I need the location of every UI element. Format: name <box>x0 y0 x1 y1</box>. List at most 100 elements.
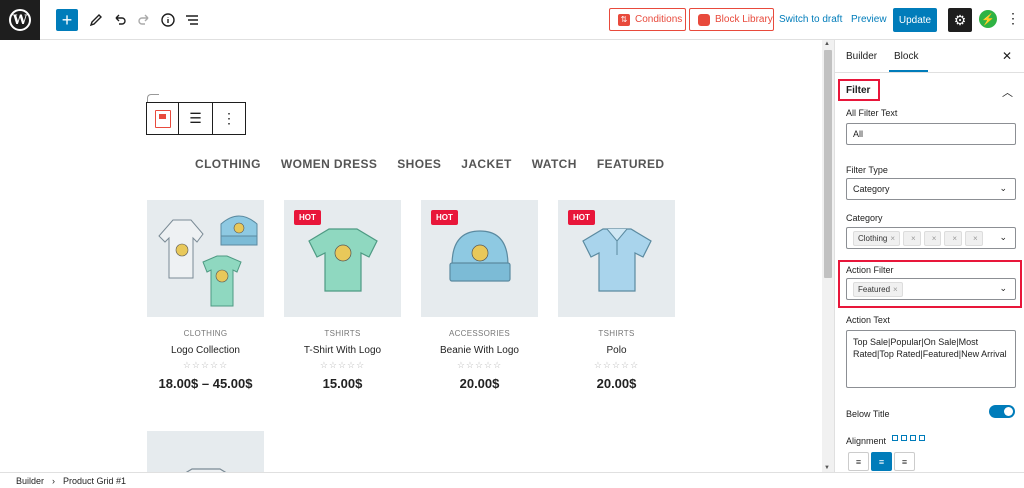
align-left-icon[interactable]: ≡ <box>848 452 869 471</box>
align-center-icon[interactable]: ☰ <box>179 103 213 134</box>
mobile-icon[interactable] <box>919 435 925 441</box>
tab-builder[interactable]: Builder <box>846 51 877 62</box>
all-filter-text-label: All Filter Text <box>846 108 898 118</box>
add-block-button[interactable]: + <box>56 9 78 31</box>
hot-badge: HOT <box>294 210 321 225</box>
filter-item-jacket[interactable]: JACKET <box>461 157 511 171</box>
chevron-right-icon: › <box>52 475 56 486</box>
category-chip[interactable]: × <box>965 230 983 246</box>
category-chip[interactable]: Clothing × <box>853 230 901 246</box>
chevron-down-icon: ⌄ <box>999 232 1007 242</box>
canvas-scrollbar[interactable]: ▲ ▼ <box>822 40 834 472</box>
update-button[interactable]: Update <box>893 8 937 32</box>
product-filter-nav: CLOTHING WOMEN DRESS SHOES JACKET WATCH … <box>195 157 664 171</box>
sidebar-tabs: Builder Block ✕ <box>835 40 1024 73</box>
scroll-down-arrow-icon[interactable]: ▼ <box>824 465 830 471</box>
laptop-icon[interactable] <box>901 435 907 441</box>
product-price: 20.00$ <box>459 376 500 391</box>
category-chip[interactable]: × <box>923 230 942 246</box>
rating-stars-icon: ☆☆☆☆☆ <box>182 360 229 370</box>
tab-block[interactable]: Block <box>894 51 918 62</box>
jetpack-bolt-icon[interactable]: ⚡ <box>979 10 997 28</box>
info-icon[interactable] <box>158 8 178 32</box>
preview-button[interactable]: Preview <box>851 14 887 25</box>
block-more-options-icon[interactable]: ⋮ <box>213 103 245 134</box>
filter-type-value: Category <box>853 184 890 194</box>
category-chip[interactable]: × <box>903 230 921 246</box>
product-image[interactable] <box>147 200 264 317</box>
conditions-button[interactable]: ⇅ Conditions <box>609 8 686 31</box>
filter-type-select[interactable]: Category ⌄ <box>846 178 1016 200</box>
align-center-icon[interactable]: ≡ <box>871 452 892 471</box>
list-view-icon[interactable] <box>182 8 202 32</box>
conditions-label: Conditions <box>635 14 683 25</box>
product-card[interactable]: HOT TSHIRTS Polo ☆☆☆☆☆ 20.00$ <box>558 200 675 391</box>
filter-item-featured[interactable]: FEATURED <box>597 157 665 171</box>
breadcrumb-current[interactable]: Product Grid #1 <box>63 476 126 486</box>
block-toolbar: ☰ ⋮ <box>146 102 246 135</box>
product-card[interactable]: HOT TSHIRTS T-Shirt With Logo ☆☆☆☆☆ 15.0… <box>284 200 401 391</box>
product-image[interactable]: HOT <box>558 200 675 317</box>
product-card[interactable]: CLOTHING Logo Collection ☆☆☆☆☆ 18.00$ – … <box>147 200 264 391</box>
product-name[interactable]: Logo Collection <box>147 345 264 356</box>
product-category: CLOTHING <box>183 329 228 338</box>
more-options-icon[interactable]: ⋮ <box>1006 10 1020 27</box>
filter-item-shoes[interactable]: SHOES <box>397 157 441 171</box>
product-price: 15.00$ <box>322 376 363 391</box>
category-multiselect[interactable]: Clothing × × × × × ⌄ <box>846 227 1016 249</box>
category-chip[interactable]: × <box>944 230 963 246</box>
action-filter-chip[interactable]: Featured × <box>853 281 903 297</box>
desktop-icon[interactable] <box>892 435 898 441</box>
alignment-buttons: ≡ ≡ ≡ <box>848 452 915 471</box>
product-name[interactable]: Polo <box>558 345 675 356</box>
product-card[interactable]: HOT ACCESSORIES Beanie With Logo ☆☆☆☆☆ 2… <box>421 200 538 391</box>
product-name[interactable]: Beanie With Logo <box>421 345 538 356</box>
switch-to-draft-button[interactable]: Switch to draft <box>779 14 842 25</box>
filter-item-clothing[interactable]: CLOTHING <box>195 157 261 171</box>
hot-badge: HOT <box>431 210 458 225</box>
product-category: TSHIRTS <box>324 329 361 338</box>
action-text-label: Action Text <box>846 315 890 325</box>
block-library-icon <box>698 13 710 26</box>
pencil-icon[interactable] <box>86 8 106 32</box>
scroll-up-arrow-icon[interactable]: ▲ <box>824 41 830 47</box>
settings-gear-icon[interactable]: ⚙ <box>948 8 972 32</box>
category-label: Category <box>846 213 883 223</box>
filter-panel-title[interactable]: Filter <box>838 79 880 101</box>
below-title-label: Below Title <box>846 409 890 419</box>
product-category: TSHIRTS <box>598 329 635 338</box>
wordpress-logo-icon[interactable]: W <box>0 0 40 40</box>
tablet-icon[interactable] <box>910 435 916 441</box>
chevron-up-icon[interactable]: ︿ <box>1002 84 1013 100</box>
all-filter-text-input[interactable]: All <box>846 123 1016 145</box>
action-text-textarea[interactable]: Top Sale|Popular|On Sale|Most Rated|Top … <box>846 330 1016 388</box>
breadcrumb: Builder › Product Grid #1 <box>0 472 1024 488</box>
product-price: 18.00$ – 45.00$ <box>158 376 253 391</box>
product-name[interactable]: T-Shirt With Logo <box>284 345 401 356</box>
polo-shirt-icon <box>581 227 652 292</box>
align-right-icon[interactable]: ≡ <box>894 452 915 471</box>
scrollbar-thumb[interactable] <box>824 50 832 278</box>
product-card[interactable] <box>147 431 264 472</box>
filter-item-women-dress[interactable]: WOMEN DRESS <box>281 157 377 171</box>
filter-type-label: Filter Type <box>846 165 888 175</box>
block-library-label: Block Library <box>715 14 773 25</box>
below-title-toggle[interactable] <box>989 405 1015 418</box>
product-image[interactable]: HOT <box>421 200 538 317</box>
chevron-down-icon: ⌄ <box>999 183 1007 193</box>
product-grid-block-icon[interactable] <box>147 103 179 134</box>
undo-icon[interactable] <box>110 8 130 32</box>
breadcrumb-root[interactable]: Builder <box>16 476 44 486</box>
active-tab-indicator <box>889 70 928 72</box>
product-image[interactable]: HOT <box>284 200 401 317</box>
close-icon[interactable]: ✕ <box>1002 49 1012 63</box>
action-filter-multiselect[interactable]: Featured × ⌄ <box>846 278 1016 300</box>
block-library-button[interactable]: Block Library <box>689 8 774 31</box>
filter-item-watch[interactable]: WATCH <box>532 157 577 171</box>
rating-stars-icon: ☆☆☆☆☆ <box>593 360 640 370</box>
rating-stars-icon: ☆☆☆☆☆ <box>319 360 366 370</box>
tshirt-icon <box>185 468 226 472</box>
product-image[interactable] <box>147 431 264 472</box>
tshirt-icon <box>307 227 378 292</box>
redo-icon[interactable] <box>134 8 154 32</box>
